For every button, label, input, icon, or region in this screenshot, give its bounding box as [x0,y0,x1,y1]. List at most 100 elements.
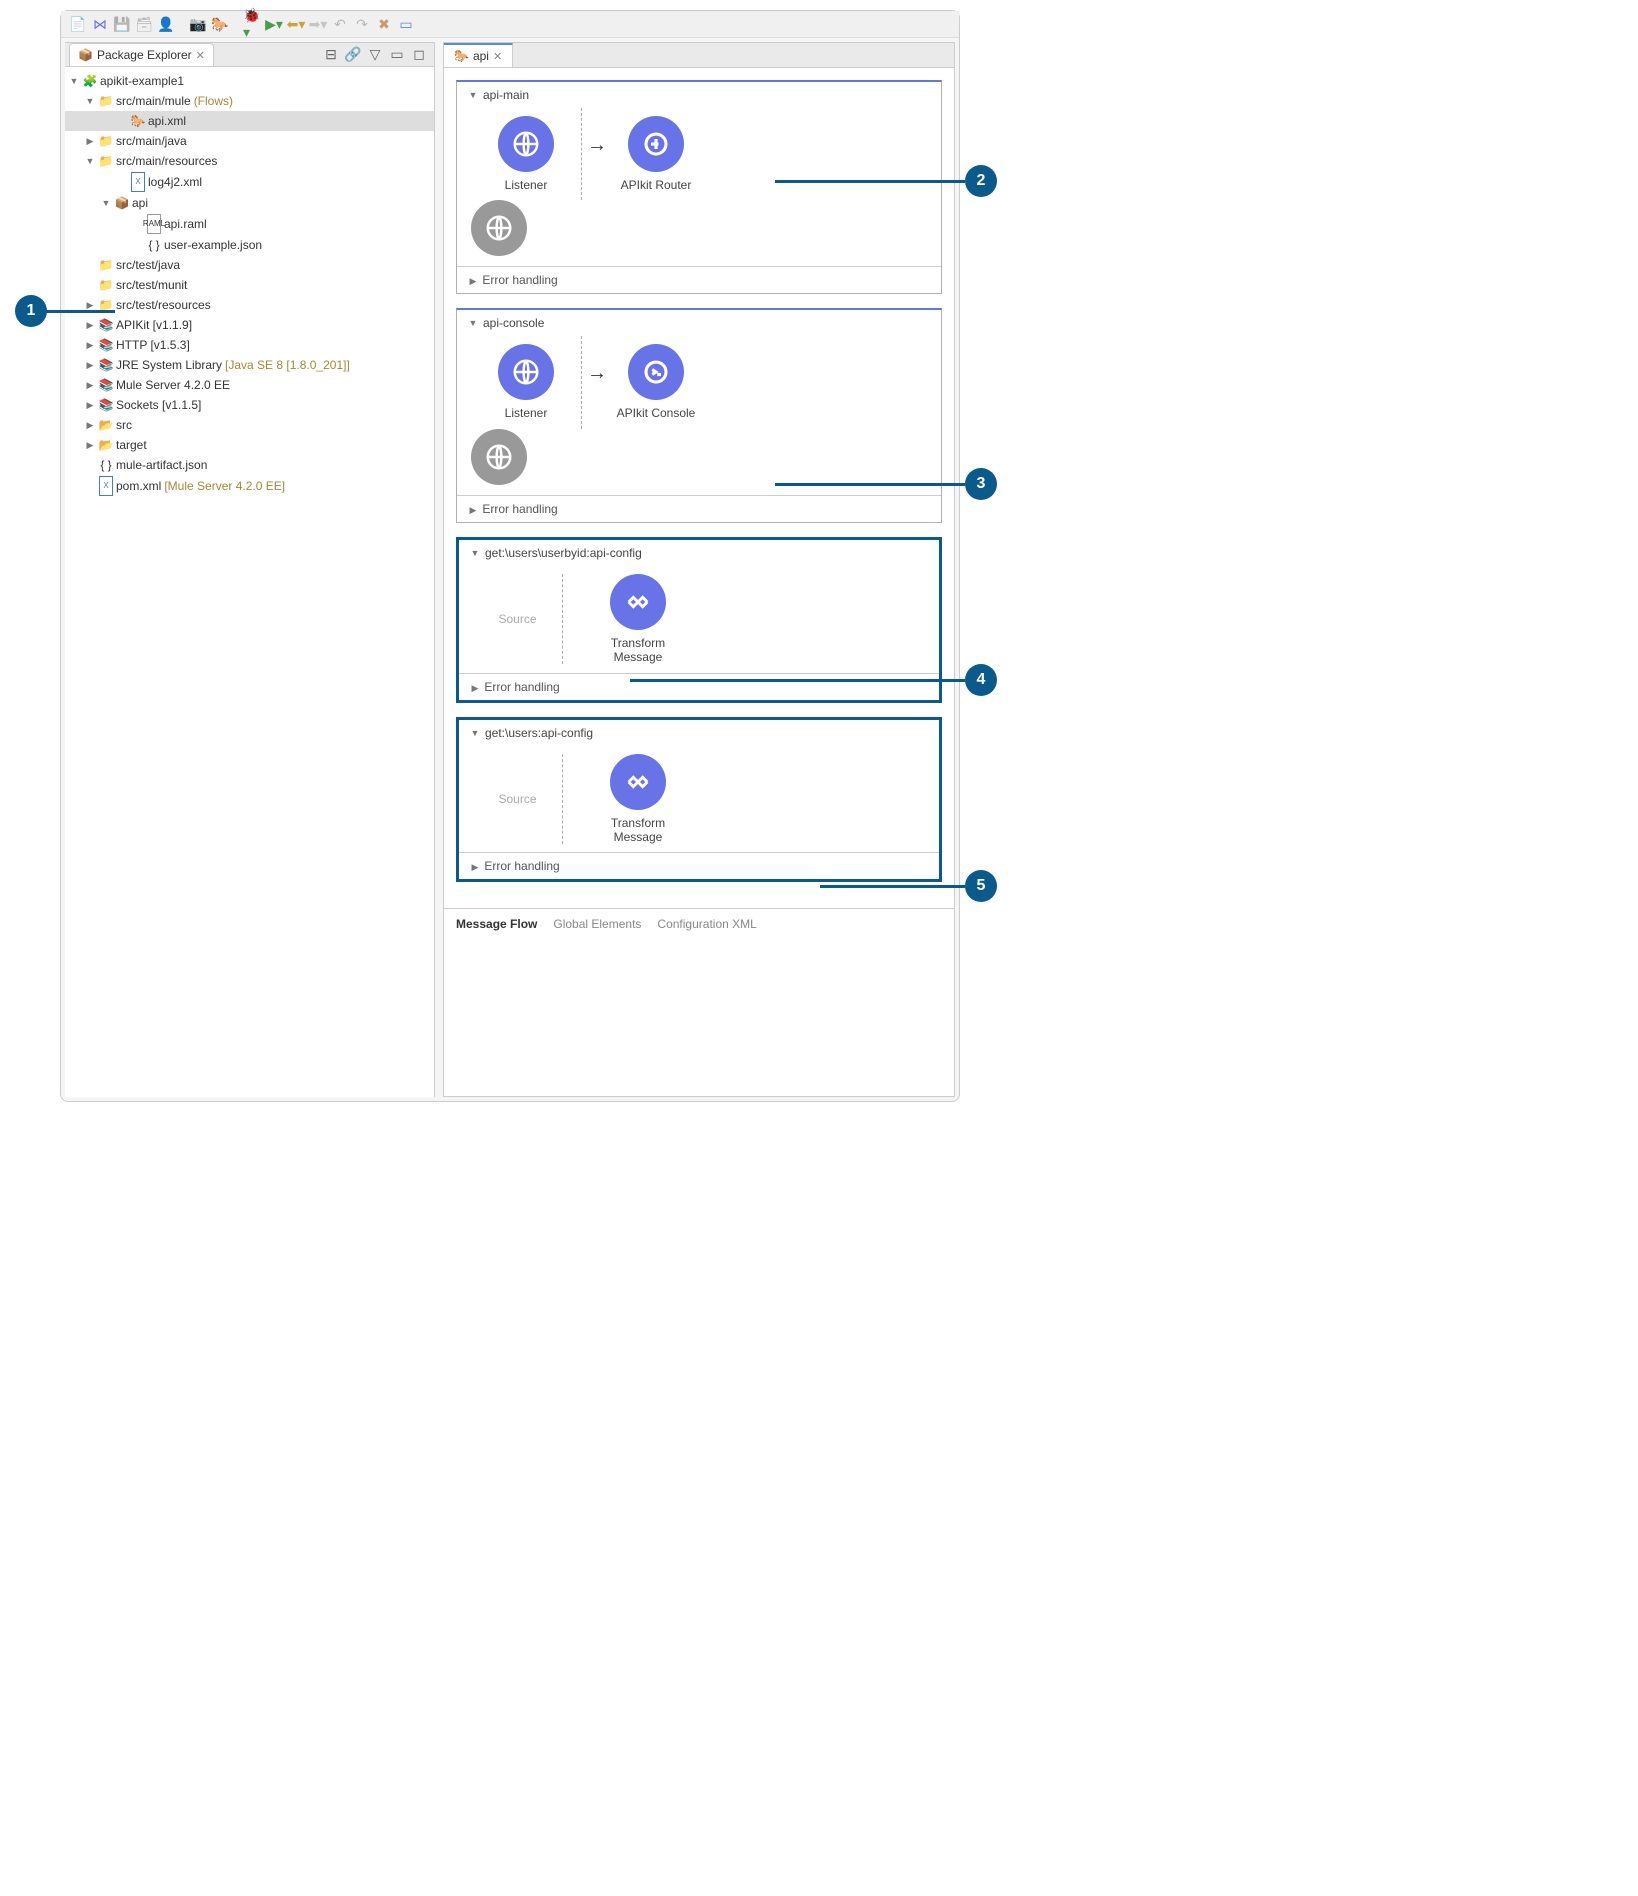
tree-lib-apikit[interactable]: ▶ 📚 APIKit [v1.1.9] [65,315,434,335]
camera-icon[interactable]: 📷 [189,15,207,33]
tree-project-root[interactable]: ▼ 🧩 apikit-example1 [65,71,434,91]
tree-folder-java[interactable]: ▶ 📁 src/main/java [65,131,434,151]
component-listener[interactable]: Listener [471,116,581,192]
caret-right-icon[interactable]: ▶ [467,505,479,516]
globe-icon [498,116,554,172]
flow-api-console[interactable]: ▼ api-console Listener → [456,308,942,522]
tab-message-flow[interactable]: Message Flow [456,917,537,931]
tree-lib-sockets[interactable]: ▶ 📚 Sockets [v1.1.5] [65,395,434,415]
tree-folder-mule[interactable]: ▼ 📁 src/main/mule (Flows) [65,91,434,111]
caret-right-icon[interactable]: ▶ [469,862,481,873]
project-tree[interactable]: ▼ 🧩 apikit-example1 ▼ 📁 src/main/mule (F… [65,67,434,1097]
editor-tab-api[interactable]: 🐎 api ✕ [444,43,513,67]
save-all-icon[interactable]: 🗃 [135,15,153,33]
caret-down-icon[interactable]: ▼ [84,152,96,170]
main-toolbar: 📄 ⋈ 💾 🗃 👤 📷 🐎 🐞▾ ▶▾ ⬅▾ ➡▾ ↶ ↷ ✖ ▭ [61,11,959,38]
tree-file-api-raml[interactable]: RAML api.raml [65,213,434,235]
maximize-view-icon[interactable]: ◻ [410,46,428,64]
caret-down-icon[interactable]: ▼ [100,194,112,212]
caret-right-icon[interactable]: ▶ [84,336,96,354]
collapse-icon[interactable]: ⊟ [322,46,340,64]
save-icon[interactable]: 💾 [113,15,131,33]
globe-gray-icon [471,200,527,256]
caret-down-icon[interactable]: ▼ [469,548,481,558]
caret-down-icon[interactable]: ▼ [469,728,481,738]
caret-down-icon[interactable]: ▼ [68,72,80,90]
component-apikit-console[interactable]: APIkit Console [601,344,711,420]
console-icon [628,344,684,400]
person-icon[interactable]: 👤 [157,15,175,33]
caret-right-icon[interactable]: ▶ [84,132,96,150]
tree-lib-mule-server[interactable]: ▶ 📚 Mule Server 4.2.0 EE [65,375,434,395]
close-icon[interactable]: ✕ [493,50,502,63]
error-handling-section[interactable]: ▶ Error handling [459,673,939,700]
flow-get-users[interactable]: ▼ get:\users:api-config Source Transform… [456,717,942,883]
source-placeholder[interactable]: Source [473,574,563,664]
tab-global-elements[interactable]: Global Elements [553,917,641,931]
link-icon[interactable]: ⋈ [91,15,109,33]
error-handling-section[interactable]: ▶ Error handling [457,495,941,522]
tree-file-log4j2[interactable]: X log4j2.xml [65,171,434,193]
tree-folder-api[interactable]: ▼ 📦 api [65,193,434,213]
component-listener[interactable]: Listener [471,344,581,420]
caret-right-icon[interactable]: ▶ [467,276,479,287]
caret-down-icon[interactable]: ▼ [84,92,96,110]
component-apikit-router[interactable]: APIkit Router [601,116,711,192]
caret-right-icon[interactable]: ▶ [84,436,96,454]
error-handling-section[interactable]: ▶ Error handling [457,266,941,293]
callout-5: 5 [965,870,997,902]
library-icon: 📚 [99,356,113,374]
raml-file-icon: RAML [147,214,161,234]
caret-right-icon[interactable]: ▶ [84,316,96,334]
tree-folder-target[interactable]: ▶ 📂 target [65,435,434,455]
error-handling-section[interactable]: ▶ Error handling [459,852,939,879]
package-explorer-tab[interactable]: 📦 Package Explorer ✕ [69,43,214,66]
mule-icon[interactable]: 🐎 [211,15,229,33]
tree-file-api-xml[interactable]: 🐎 api.xml [65,111,434,131]
back-icon[interactable]: ⬅▾ [287,15,305,33]
caret-right-icon[interactable]: ▶ [84,356,96,374]
package-folder-icon: 📦 [115,194,129,212]
tree-folder-test-java[interactable]: 📁 src/test/java [65,255,434,275]
caret-down-icon[interactable]: ▼ [467,318,479,328]
run-icon[interactable]: ▶▾ [265,15,283,33]
caret-right-icon[interactable]: ▶ [469,683,481,694]
json-file-icon: { } [99,456,113,474]
tree-folder-src[interactable]: ▶ 📂 src [65,415,434,435]
ide-window: 📄 ⋈ 💾 🗃 👤 📷 🐎 🐞▾ ▶▾ ⬅▾ ➡▾ ↶ ↷ ✖ ▭ 📦 Pack… [60,10,960,1102]
flow-get-userbyid[interactable]: ▼ get:\users\userbyid:api-config Source … [456,537,942,703]
open-perspective-icon[interactable]: ▭ [397,15,415,33]
source-placeholder[interactable]: Source [473,754,563,844]
new-icon[interactable]: 📄 [69,15,87,33]
caret-down-icon[interactable]: ▼ [467,90,479,100]
json-file-icon: { } [147,236,161,254]
flow-api-main[interactable]: ▼ api-main Listener → [456,80,942,294]
mule-file-icon: 🐎 [454,49,469,63]
tree-lib-http[interactable]: ▶ 📚 HTTP [v1.5.3] [65,335,434,355]
component-transform-message[interactable]: Transform Message [583,754,693,845]
debug-icon[interactable]: 🐞▾ [243,15,261,33]
tab-configuration-xml[interactable]: Configuration XML [657,917,756,931]
caret-right-icon[interactable]: ▶ [84,416,96,434]
minimize-view-icon[interactable]: ▭ [388,46,406,64]
tree-file-user-example[interactable]: { } user-example.json [65,235,434,255]
caret-right-icon[interactable]: ▶ [84,376,96,394]
tree-file-mule-artifact[interactable]: { } mule-artifact.json [65,455,434,475]
transform-icon [610,754,666,810]
redo-nav-icon[interactable]: ↷ [353,15,371,33]
tree-lib-jre[interactable]: ▶ 📚 JRE System Library [Java SE 8 [1.8.0… [65,355,434,375]
tree-folder-test-munit[interactable]: 📁 src/test/munit [65,275,434,295]
tree-file-pom[interactable]: X pom.xml [Mule Server 4.2.0 EE] [65,475,434,497]
callout-line-1 [45,310,115,313]
forward-icon[interactable]: ➡▾ [309,15,327,33]
flow-canvas[interactable]: ▼ api-main Listener → [444,68,954,908]
caret-right-icon[interactable]: ▶ [84,396,96,414]
view-menu-icon[interactable]: ▽ [366,46,384,64]
tree-folder-resources[interactable]: ▼ 📁 src/main/resources [65,151,434,171]
tree-folder-test-resources[interactable]: ▶ 📁 src/test/resources [65,295,434,315]
close-perspective-icon[interactable]: ✖ [375,15,393,33]
component-transform-message[interactable]: Transform Message [583,574,693,665]
undo-nav-icon[interactable]: ↶ [331,15,349,33]
link-editor-icon[interactable]: 🔗 [344,46,362,64]
close-icon[interactable]: ✕ [196,49,205,62]
